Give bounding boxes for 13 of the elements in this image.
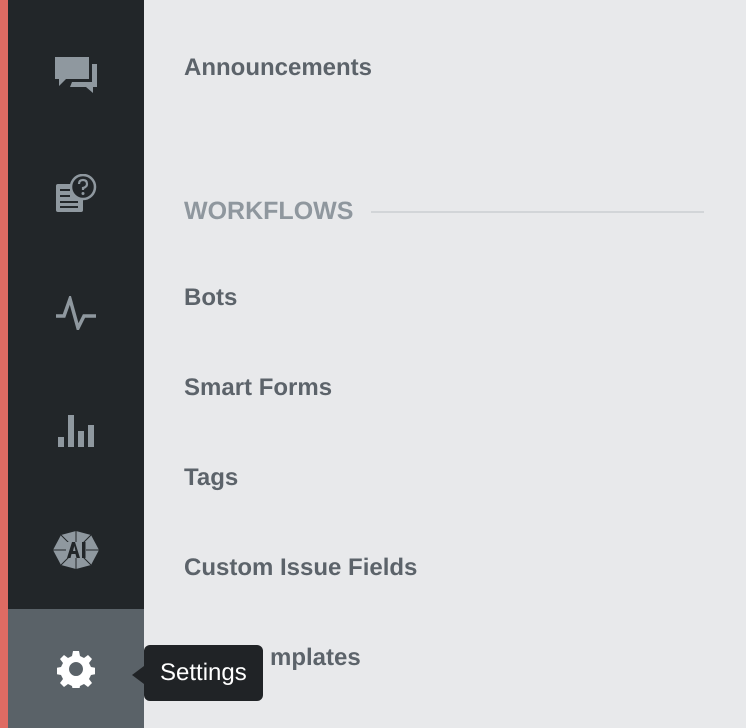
pulse-line-icon xyxy=(55,296,97,330)
help-document-icon xyxy=(55,174,97,214)
settings-link[interactable]: Bots xyxy=(184,283,238,313)
chat-icon xyxy=(54,56,98,94)
settings-link[interactable]: Tags xyxy=(184,463,238,493)
settings-link[interactable]: Smart Forms xyxy=(184,373,332,403)
settings-link[interactable]: Custom Issue Fields xyxy=(184,553,418,583)
settings-link[interactable]: Announcements xyxy=(184,53,372,83)
settings-icon xyxy=(57,650,95,688)
settings-link[interactable]: mplates xyxy=(270,643,361,673)
settings-tooltip: Settings xyxy=(144,645,263,702)
bar-chart-icon xyxy=(58,415,94,448)
section-heading: WORKFLOWS xyxy=(184,196,354,226)
